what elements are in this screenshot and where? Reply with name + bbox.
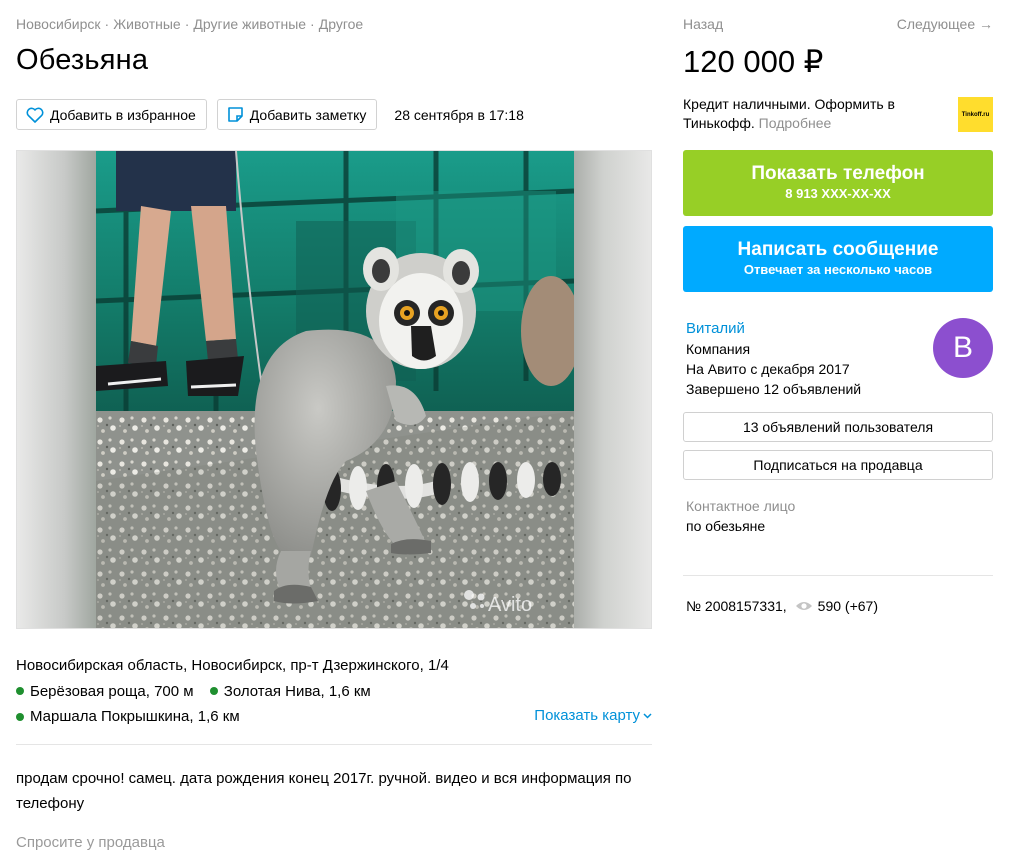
listing-actions: Добавить в избранное Добавить заметку 28…: [16, 99, 524, 130]
breadcrumb-city[interactable]: Новосибирск: [16, 16, 101, 32]
price: 120 000 ₽: [683, 44, 824, 79]
show-phone-label: Показать телефон: [751, 163, 925, 184]
metro-dot-icon: [16, 687, 24, 695]
tinkoff-logo[interactable]: Tinkoff.ru: [958, 97, 993, 132]
ask-seller-link[interactable]: Спросите у продавца: [16, 834, 165, 851]
breadcrumb-other-animals[interactable]: Другие животные: [193, 16, 306, 32]
metro-distance: 700 м: [154, 682, 194, 700]
back-link[interactable]: Назад: [683, 16, 723, 32]
gallery-blur-right: [571, 151, 651, 628]
ad-number: № 2008157331,: [686, 598, 787, 614]
location-block: Новосибирская область, Новосибирск, пр-т…: [16, 653, 652, 729]
metro-name: Маршала Покрышкина: [30, 708, 190, 725]
seller-info: Виталий Компания На Авито с декабря 2017…: [686, 318, 861, 399]
heart-icon: [26, 107, 44, 123]
lemur-photo-image: Avito: [96, 151, 574, 628]
metro-row-1: Берёзовая роща, 700 м Золотая Нива, 1,6 …: [16, 678, 652, 704]
photo-gallery[interactable]: Avito: [16, 150, 652, 629]
add-to-favorites-label: Добавить в избранное: [50, 106, 196, 123]
metro-station: Берёзовая роща, 700 м: [16, 679, 194, 704]
credit-more-link[interactable]: Подробнее: [759, 115, 832, 131]
metro-name: Берёзовая роща: [30, 682, 146, 700]
divider: [683, 575, 993, 576]
breadcrumb: Новосибирск · Животные · Другие животные · Дру…: [16, 16, 363, 32]
divider: [16, 744, 652, 745]
contact-label: Контактное лицо: [686, 498, 796, 514]
views-count: 590 (+67): [817, 598, 878, 614]
avito-watermark: Avito: [488, 594, 532, 616]
seller-name-link[interactable]: Виталий: [686, 320, 745, 337]
eye-icon: [795, 602, 812, 610]
metro-dot-icon: [209, 687, 218, 695]
show-map-label: Показать карту: [534, 707, 640, 724]
breadcrumb-separator: ·: [310, 16, 315, 32]
subscribe-seller-button[interactable]: Подписаться на продавца: [683, 450, 993, 480]
lemur-photo[interactable]: Avito: [96, 151, 574, 628]
write-message-label: Написать сообщение: [737, 239, 939, 260]
credit-offer[interactable]: Кредит наличными. Оформить в Тинькофф. П…: [683, 95, 913, 133]
show-map-link[interactable]: Показать карту: [534, 703, 652, 728]
listing-navigation: Назад Следующее →: [683, 16, 993, 32]
listing-description: продам срочно! самец. дата рождения коне…: [16, 770, 632, 812]
seller-since: На Авито с декабря 2017: [686, 361, 850, 377]
metro-distance: 1,6 км: [328, 682, 371, 700]
contact-person: Контактное лицо по обезьяне: [686, 496, 795, 536]
metro-name: Золотая Нива: [223, 682, 321, 700]
breadcrumb-other[interactable]: Другое: [319, 16, 363, 32]
avatar[interactable]: B: [933, 318, 993, 378]
next-link[interactable]: Следующее →: [897, 16, 993, 32]
metro-station: Золотая Нива, 1,6 км: [209, 679, 371, 704]
note-icon: [227, 107, 243, 122]
contact-value: по обезьяне: [686, 518, 766, 534]
metro-station: Маршала Покрышкина, 1,6 км: [16, 704, 240, 729]
response-time: Отвечает за несколько часов: [743, 262, 933, 277]
seller-completed: Завершено 12 объявлений: [686, 381, 862, 397]
listing-meta: № 2008157331, 590 (+67): [686, 598, 878, 614]
breadcrumb-separator: ·: [104, 16, 110, 32]
metro-dot-icon: [16, 712, 24, 721]
breadcrumb-animals[interactable]: Животные: [113, 16, 181, 32]
add-note-button[interactable]: Добавить заметку: [216, 99, 378, 130]
show-phone-button[interactable]: Показать телефон 8 913 XXX-XX-XX: [683, 150, 993, 216]
phone-number-masked: 8 913 XXX-XX-XX: [785, 186, 891, 201]
page-title: Обезьяна: [16, 44, 149, 76]
seller-ads-button[interactable]: 13 объявлений пользователя: [683, 412, 993, 442]
address-text: Новосибирская область, Новосибирск, пр-т…: [16, 657, 449, 674]
write-message-button[interactable]: Написать сообщение Отвечает за несколько…: [683, 226, 993, 292]
seller-type: Компания: [686, 341, 751, 357]
breadcrumb-separator: ·: [184, 16, 190, 32]
chevron-down-icon: [643, 712, 652, 719]
add-note-label: Добавить заметку: [249, 106, 367, 123]
publish-date: 28 сентября в 17:18: [394, 106, 524, 123]
gallery-blur-left: [17, 151, 97, 628]
metro-distance: 1,6 км: [197, 708, 240, 725]
add-to-favorites-button[interactable]: Добавить в избранное: [16, 99, 207, 130]
